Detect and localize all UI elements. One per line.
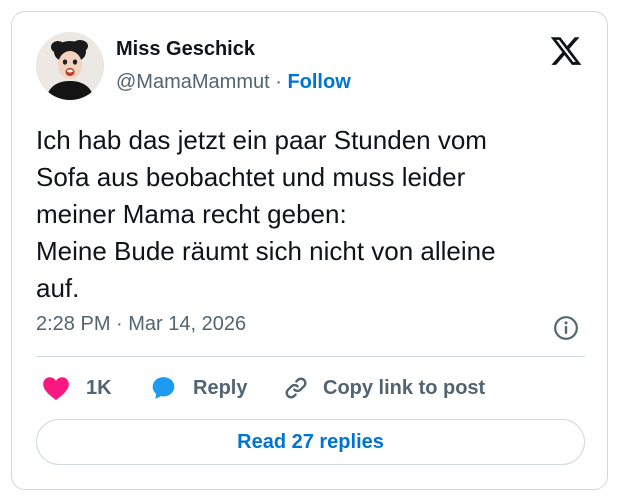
author-display-name[interactable]: Miss Geschick bbox=[116, 38, 255, 61]
tweet-text-line: Sofa aus beobachtet und muss leider bbox=[36, 162, 466, 192]
tweet-text-line: Meine Bude räumt sich nicht von alleine bbox=[36, 236, 496, 266]
avatar[interactable] bbox=[36, 32, 104, 100]
divider bbox=[36, 356, 585, 357]
author-handle[interactable]: @MamaMammut bbox=[116, 71, 270, 93]
link-icon bbox=[285, 377, 307, 399]
tweet-text-line: Ich hab das jetzt ein paar Stunden vom bbox=[36, 125, 487, 155]
tweet-timestamp[interactable]: 2:28 PM · Mar 14, 2026 bbox=[36, 313, 246, 336]
read-replies-label: Read 27 replies bbox=[237, 430, 384, 453]
tweet-text-line: auf. bbox=[36, 273, 80, 303]
info-icon[interactable] bbox=[553, 315, 579, 341]
tweet-text: Ich hab das jetzt ein paar Stunden vom S… bbox=[36, 122, 586, 307]
like-button[interactable]: 1K bbox=[42, 372, 112, 404]
copy-link-label: Copy link to post bbox=[323, 376, 486, 399]
tweet-date: Mar 14, 2026 bbox=[128, 313, 247, 335]
tweet-card: Miss Geschick @MamaMammut · Follow Ich h… bbox=[11, 11, 608, 490]
tweet-time: 2:28 PM bbox=[36, 313, 111, 335]
tweet-text-line: meiner Mama recht geben: bbox=[36, 199, 347, 229]
reply-label: Reply bbox=[193, 376, 248, 399]
avatar-image bbox=[36, 32, 104, 100]
speech-bubble-icon bbox=[152, 377, 175, 399]
follow-button[interactable]: Follow bbox=[287, 71, 350, 93]
handle-separator: · bbox=[269, 71, 288, 93]
copy-link-button[interactable]: Copy link to post bbox=[283, 372, 485, 404]
reply-button[interactable]: Reply bbox=[150, 372, 247, 404]
action-bar: 1K Reply Copy link to post bbox=[36, 372, 586, 404]
timestamp-separator: · bbox=[110, 313, 129, 335]
like-count: 1K bbox=[86, 376, 112, 399]
read-replies-button[interactable]: Read 27 replies bbox=[36, 419, 585, 465]
author-handle-row: @MamaMammut · Follow bbox=[116, 71, 351, 94]
x-logo-icon[interactable] bbox=[549, 34, 583, 68]
heart-icon bbox=[43, 377, 69, 401]
